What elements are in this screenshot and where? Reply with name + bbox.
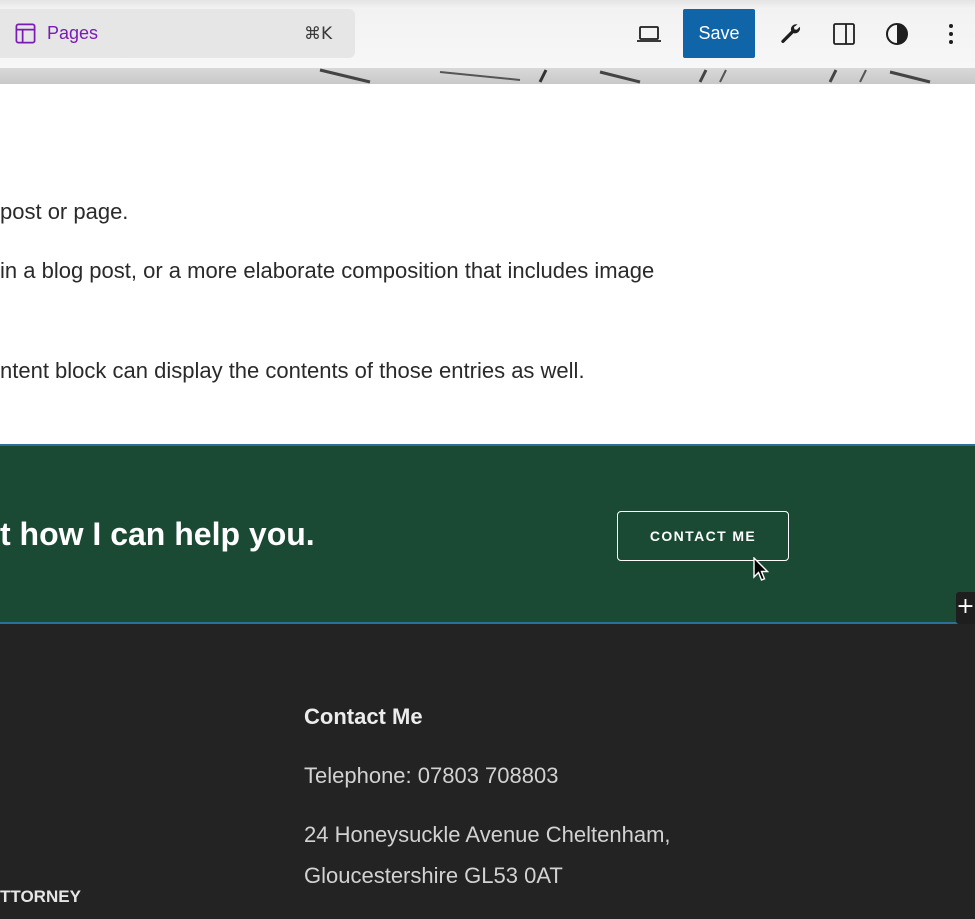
paragraph[interactable]: in a blog post, or a more elaborate comp… [0,257,654,285]
sidebar-toggle-icon[interactable] [831,21,857,47]
command-palette-button[interactable]: Pages ⌘K [0,9,355,58]
more-options-icon[interactable] [938,21,964,47]
paragraph[interactable]: ntent block can display the contents of … [0,357,585,385]
contrast-icon[interactable] [884,21,910,47]
footer-heading[interactable]: Contact Me [304,704,423,730]
cta-heading[interactable]: t how I can help you. [0,516,315,553]
footer-address-line[interactable]: 24 Honeysuckle Avenue Cheltenham, [304,822,671,848]
contact-me-button[interactable]: CONTACT ME [617,511,789,561]
wrench-icon[interactable] [778,21,804,47]
editor-toolbar: Pages ⌘K Save [0,0,975,68]
desktop-view-icon[interactable] [636,21,662,47]
footer-site-title[interactable]: TTORNEY [0,887,81,907]
call-to-action-section[interactable]: t how I can help you. CONTACT ME [0,444,975,624]
block-inserter-button[interactable]: + [956,592,975,624]
pages-label: Pages [47,23,99,43]
footer-telephone[interactable]: Telephone: 07803 708803 [304,763,558,789]
pages-icon [15,23,36,44]
mouse-cursor-icon [753,557,770,581]
footer-address-line[interactable]: Gloucestershire GL53 0AT [304,863,563,889]
site-footer: Contact Me Telephone: 07803 708803 24 Ho… [0,624,975,919]
header-image [0,68,975,84]
save-button[interactable]: Save [683,9,755,58]
keyboard-shortcut: ⌘K [304,24,333,44]
paragraph[interactable]: post or page. [0,198,128,226]
